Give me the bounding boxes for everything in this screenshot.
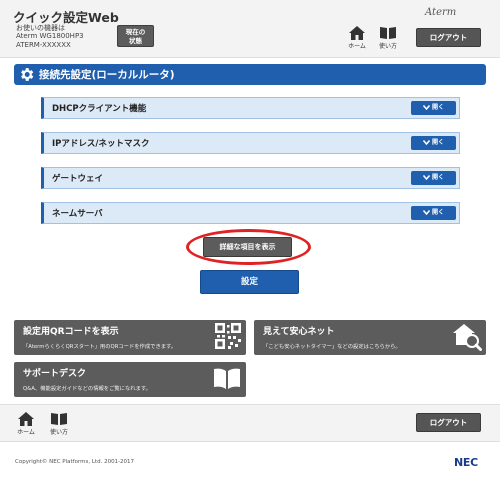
device-name: Aterm WG1800HP3 xyxy=(16,32,84,40)
home-icon xyxy=(349,26,365,40)
highlight-ellipse xyxy=(186,229,311,265)
gear-icon xyxy=(21,68,34,81)
accordion-label: ゲートウェイ xyxy=(52,174,104,184)
chevron-down-icon xyxy=(422,175,431,181)
accordion-label: ネームサーバ xyxy=(52,209,103,219)
qr-code-icon xyxy=(215,323,241,349)
support-tile-desc: Q&A、機能設定ガイドなどの情報をご覧になれます。 xyxy=(23,386,151,392)
support-desk-tile[interactable]: サポートデスク Q&A、機能設定ガイドなどの情報をご覧になれます。 xyxy=(14,362,246,397)
header: クイック設定Web お使いの機器は Aterm WG1800HP3 ATERM-… xyxy=(0,0,500,58)
nec-logo: NEC xyxy=(454,456,478,469)
accordion-row-dhcp[interactable]: DHCPクライアント機能 開く xyxy=(41,97,460,119)
logout-button-top[interactable]: ログアウト xyxy=(416,28,481,47)
open-book-icon xyxy=(214,368,240,389)
section-header: 接続先設定(ローカルルータ) xyxy=(14,64,486,85)
home-icon xyxy=(18,412,34,426)
open-button-label: 開く xyxy=(431,209,444,216)
accordion-row-nameserver[interactable]: ネームサーバ 開く xyxy=(41,202,460,224)
footer-bar: ホーム 使い方 ログアウト xyxy=(0,404,500,442)
qr-tile-desc: 「AtermらくらくQRスタート」用のQRコードを作成できます。 xyxy=(23,344,177,350)
book-icon xyxy=(380,27,396,39)
chevron-down-icon xyxy=(422,140,431,146)
accordion-label: DHCPクライアント機能 xyxy=(52,104,147,114)
open-button[interactable]: 開く xyxy=(411,136,456,150)
brand-logo: Aterm xyxy=(425,7,457,18)
mieru-anshin-net-tile[interactable]: 見えて安心ネット 「こども安心ネットタイマー」などの設定はこちらから。 xyxy=(254,320,486,355)
home-nav-label: ホーム xyxy=(348,43,366,50)
status-button-line1: 現在の xyxy=(125,28,146,36)
home-nav-label: ホーム xyxy=(17,429,35,436)
open-button-label: 開く xyxy=(431,174,444,181)
logout-button-bottom[interactable]: ログアウト xyxy=(416,413,481,432)
copyright: Copyright© NEC Platforms, Ltd. 2001-2017 xyxy=(15,459,135,465)
home-nav-footer[interactable]: ホーム xyxy=(13,412,39,436)
section-title: 接続先設定(ローカルルータ) xyxy=(39,69,175,81)
accordion-label: IPアドレス/ネットマスク xyxy=(52,139,150,149)
open-button-label: 開く xyxy=(431,139,444,146)
accordion-row-gateway[interactable]: ゲートウェイ 開く xyxy=(41,167,460,189)
howto-nav-label: 使い方 xyxy=(49,429,68,436)
accordion-row-ip[interactable]: IPアドレス/ネットマスク 開く xyxy=(41,132,460,154)
support-tile-title: サポートデスク xyxy=(23,369,87,379)
qr-tile-title: 設定用QRコードを表示 xyxy=(23,327,119,337)
book-icon xyxy=(51,413,67,425)
howto-nav[interactable]: 使い方 xyxy=(375,26,401,50)
open-button[interactable]: 開く xyxy=(411,206,456,220)
status-button-line2: 状態 xyxy=(129,37,142,45)
qr-code-tile[interactable]: 設定用QRコードを表示 「AtermらくらくQRスタート」用のQRコードを作成で… xyxy=(14,320,246,355)
current-status-button[interactable]: 現在の 状態 xyxy=(117,25,154,47)
apply-button[interactable]: 設定 xyxy=(200,270,299,294)
howto-nav-label: 使い方 xyxy=(378,43,397,50)
home-nav[interactable]: ホーム xyxy=(344,26,370,50)
open-button-label: 開く xyxy=(431,104,444,111)
house-search-icon xyxy=(453,324,482,351)
open-button[interactable]: 開く xyxy=(411,101,456,115)
timer-tile-desc: 「こども安心ネットタイマー」などの設定はこちらから。 xyxy=(263,344,401,350)
open-button[interactable]: 開く xyxy=(411,171,456,185)
chevron-down-icon xyxy=(422,210,431,216)
howto-nav-footer[interactable]: 使い方 xyxy=(46,412,72,436)
timer-tile-title: 見えて安心ネット xyxy=(263,327,335,337)
chevron-down-icon xyxy=(422,105,431,111)
device-id: ATERM-XXXXXX xyxy=(16,41,71,49)
